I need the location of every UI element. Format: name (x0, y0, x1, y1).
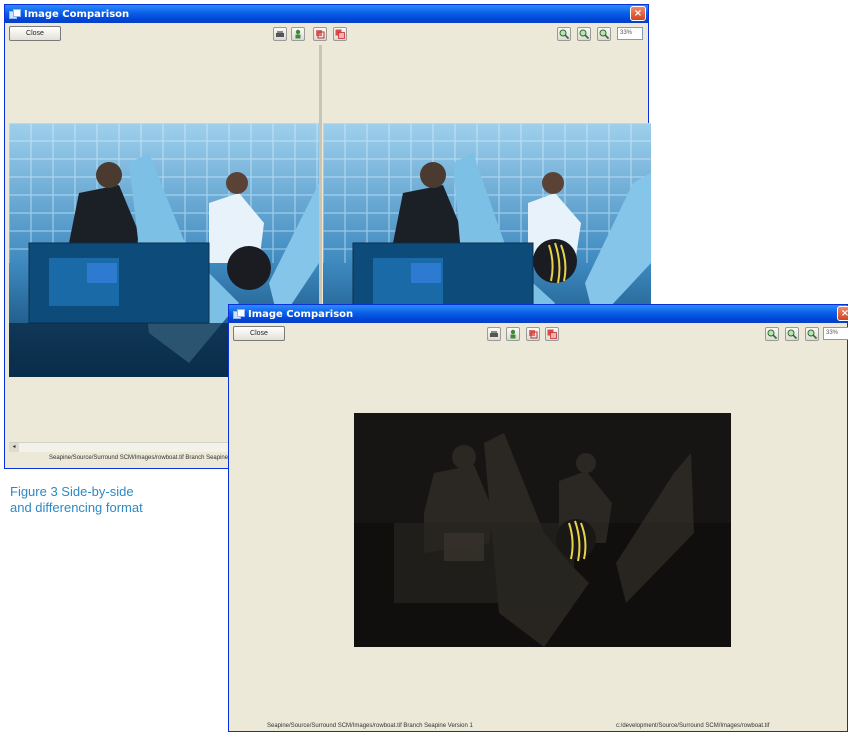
printer-icon[interactable] (487, 327, 501, 341)
zoom-fit-icon[interactable] (597, 27, 611, 41)
overlay-icon[interactable] (526, 327, 540, 341)
zoom-in-icon[interactable] (557, 27, 571, 41)
status-bar: Seapine/Source/Surround SCM/Images/rowbo… (229, 720, 847, 732)
difference-photo (354, 413, 731, 647)
zoom-out-icon[interactable] (785, 327, 799, 341)
toolbar: Close 33% (5, 23, 648, 45)
window-close-icon[interactable]: × (630, 6, 646, 21)
image-comparison-window-difference: Image Comparison × Close 33% Seapine/Sou… (228, 304, 848, 732)
zoom-fit-icon[interactable] (805, 327, 819, 341)
window-title: Image Comparison (24, 8, 130, 20)
figure-caption: Figure 3 Side-by-side and differencing f… (10, 484, 220, 516)
close-button[interactable]: Close (233, 326, 285, 341)
scroll-left-icon[interactable]: ◂ (9, 443, 19, 452)
diff-icon[interactable] (333, 27, 347, 41)
window-close-icon[interactable]: × (837, 306, 848, 321)
overlay-icon[interactable] (313, 27, 327, 41)
zoom-out-icon[interactable] (577, 27, 591, 41)
status-path: Seapine/Source/Surround SCM/Images/rowbo… (49, 455, 229, 461)
zoom-in-icon[interactable] (765, 327, 779, 341)
caption-line-1: Figure 3 Side-by-side (10, 484, 134, 499)
title-bar[interactable]: Image Comparison × (229, 305, 848, 323)
app-icon (9, 9, 21, 19)
window-title: Image Comparison (248, 308, 354, 320)
app-icon (233, 309, 245, 319)
caption-line-2: and differencing format (10, 500, 143, 515)
toolbar: Close 33% (229, 323, 848, 345)
zoom-field[interactable]: 33% (617, 27, 643, 40)
title-bar[interactable]: Image Comparison × (5, 5, 648, 23)
difference-image (354, 413, 731, 647)
status-path-right: c:/development/Source/Surround SCM/Image… (616, 723, 770, 729)
diff-icon[interactable] (545, 327, 559, 341)
person-icon[interactable] (291, 27, 305, 41)
close-button[interactable]: Close (9, 26, 61, 41)
horizontal-scrollbar[interactable]: ◂ (9, 442, 233, 452)
person-icon[interactable] (506, 327, 520, 341)
status-path-left: Seapine/Source/Surround SCM/Images/rowbo… (267, 723, 473, 729)
zoom-field[interactable]: 33% (823, 327, 848, 340)
printer-icon[interactable] (273, 27, 287, 41)
